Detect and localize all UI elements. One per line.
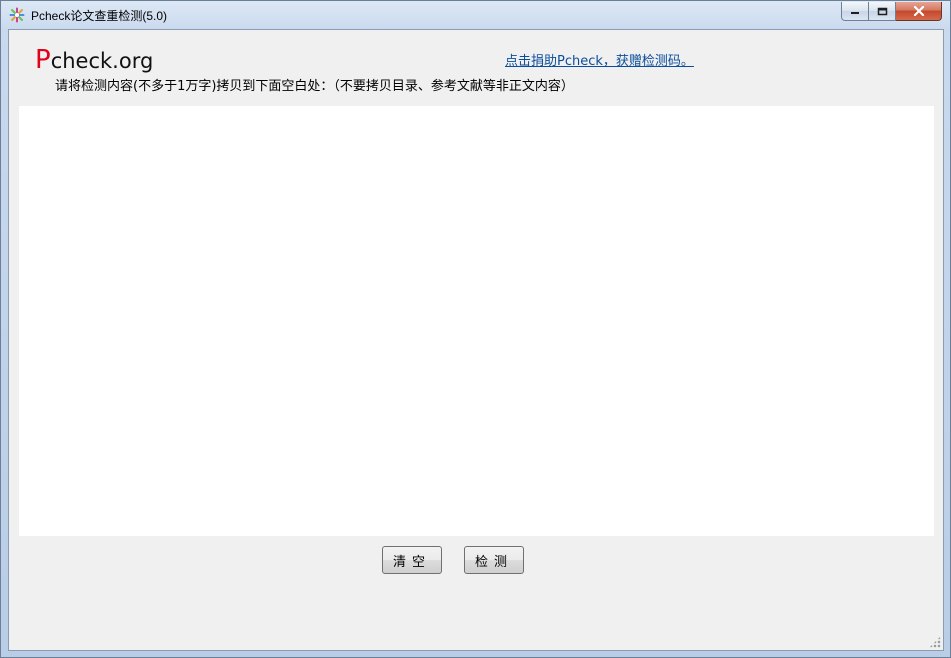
clear-button[interactable]: 清空 — [382, 546, 442, 574]
resize-grip[interactable] — [929, 636, 941, 648]
check-button[interactable]: 检测 — [464, 546, 524, 574]
donate-link[interactable]: 点击捐助Pcheck，获赠检测码。 — [505, 50, 694, 69]
client-area: Pcheck.org 点击捐助Pcheck，获赠检测码。 请将检测内容(不多于1… — [8, 29, 944, 651]
logo-text: check.org — [50, 49, 154, 73]
maximize-button[interactable] — [869, 2, 896, 21]
close-button[interactable] — [896, 2, 942, 21]
instruction-text: 请将检测内容(不多于1万字)拷贝到下面空白处：（不要拷贝目录、参考文献等非正文内… — [55, 79, 574, 94]
minimize-icon — [851, 12, 859, 14]
pcheck-app-icon — [9, 7, 25, 23]
window-title: Pcheck论文查重检测(5.0) — [31, 9, 168, 23]
close-icon — [913, 6, 924, 16]
logo-first-letter: P — [35, 45, 51, 75]
app-window: Pcheck论文查重检测(5.0) Pcheck.org 点击捐助Pcheck，… — [0, 0, 951, 658]
content-textarea[interactable] — [19, 106, 934, 536]
title-bar[interactable]: Pcheck论文查重检测(5.0) — [1, 1, 950, 29]
pcheck-logo: Pcheck.org — [35, 45, 153, 75]
maximize-icon — [877, 7, 887, 15]
minimize-button[interactable] — [841, 2, 869, 21]
